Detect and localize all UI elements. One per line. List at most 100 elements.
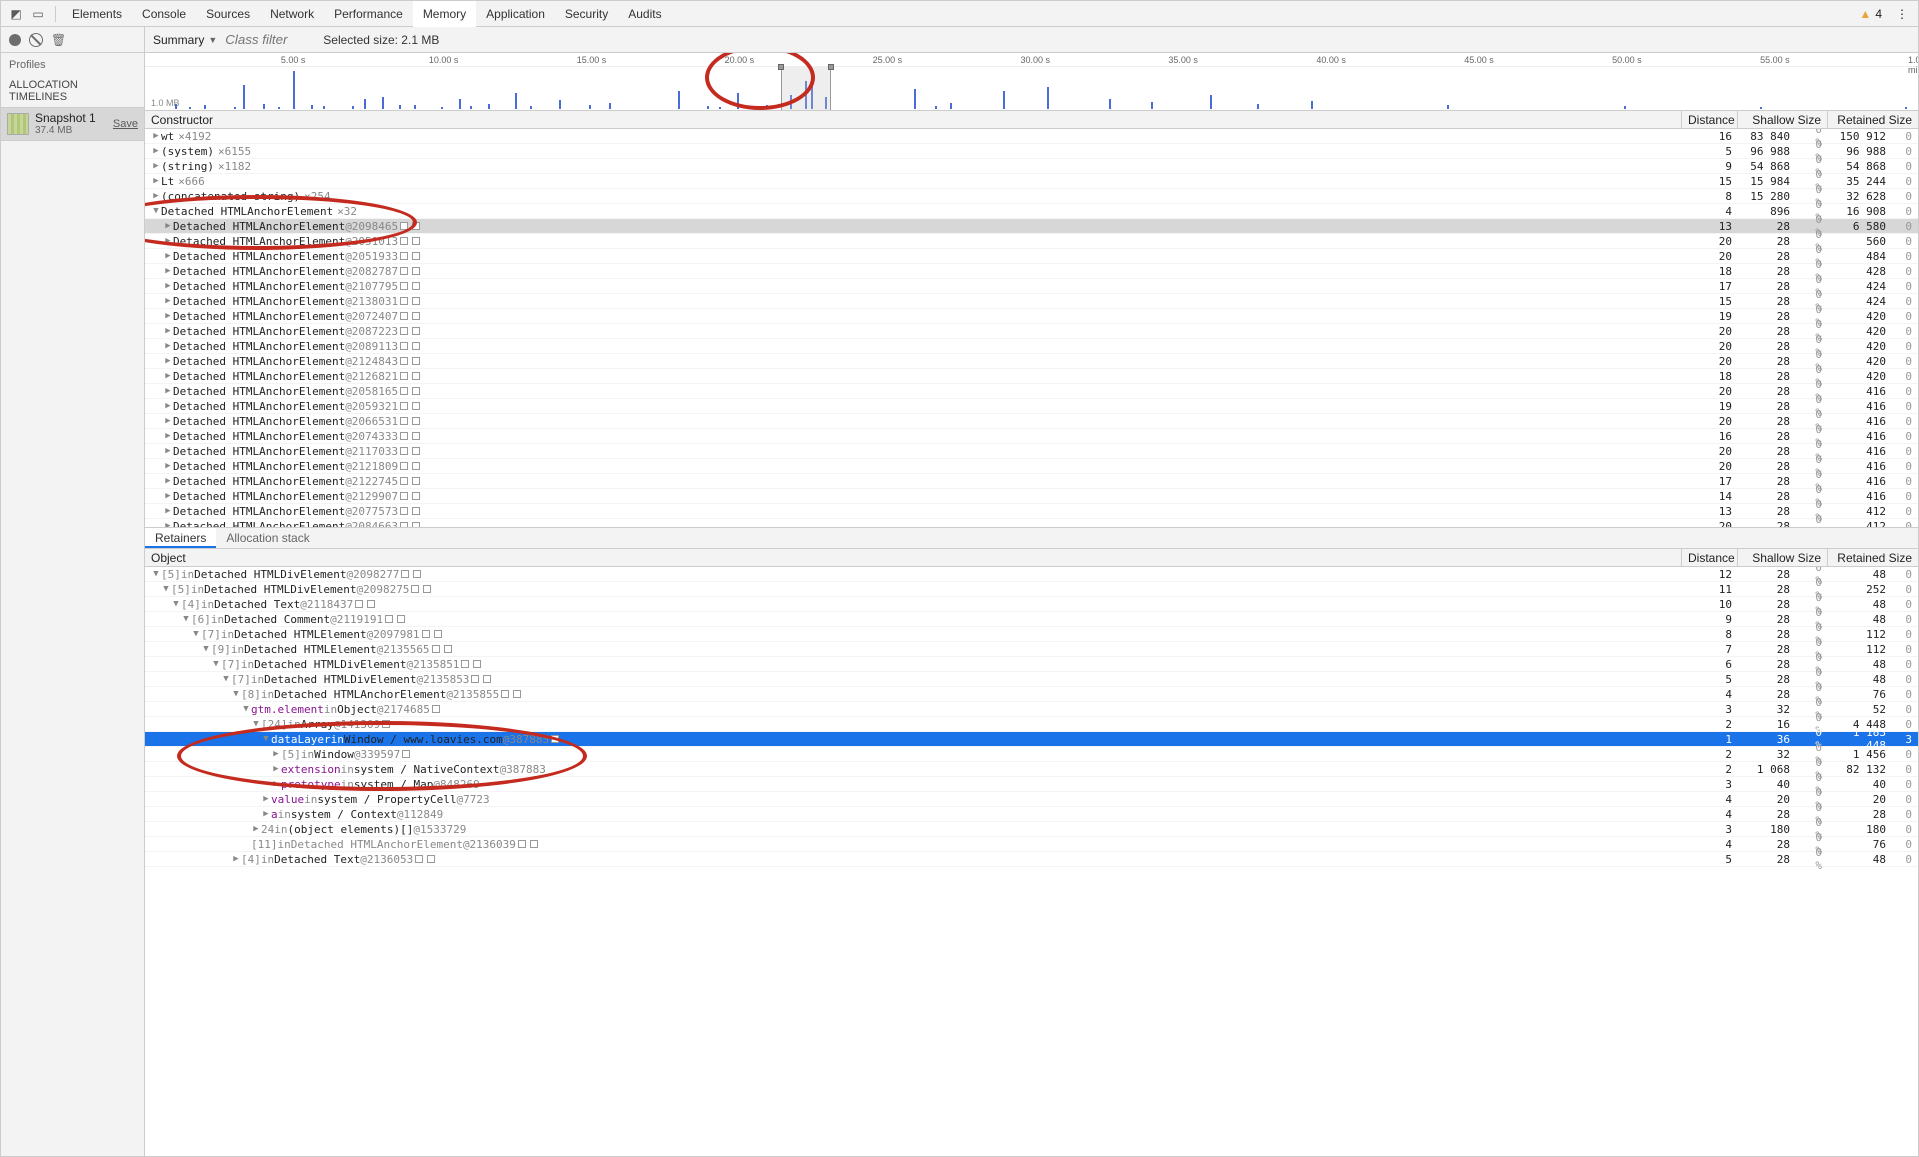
disclosure-icon[interactable]: ▶ <box>163 371 173 381</box>
disclosure-icon[interactable]: ▶ <box>163 266 173 276</box>
disclosure-icon[interactable]: ▶ <box>151 146 161 156</box>
disclosure-icon[interactable]: ▼ <box>211 659 221 669</box>
tab-performance[interactable]: Performance <box>324 1 413 27</box>
constructor-row[interactable]: ▶Detached HTMLAnchorElement @2122745 17 … <box>145 474 1918 489</box>
retainer-row[interactable]: ▶a in system / Context @112849 4 28 0 % … <box>145 807 1918 822</box>
disclosure-icon[interactable]: ▼ <box>161 584 171 594</box>
constructor-row[interactable]: ▼Detached HTMLAnchorElement×324 896 0 % … <box>145 204 1918 219</box>
disclosure-icon[interactable]: ▶ <box>163 476 173 486</box>
view-dropdown[interactable]: Summary ▼ <box>153 33 217 47</box>
retainer-row[interactable]: ▼[9] in Detached HTMLElement @2135565 7 … <box>145 642 1918 657</box>
col-shallow[interactable]: Shallow Size <box>1738 111 1828 128</box>
disclosure-icon[interactable]: ▶ <box>271 764 281 774</box>
disclosure-icon[interactable]: ▶ <box>163 221 173 231</box>
disclosure-icon[interactable]: ▶ <box>163 491 173 501</box>
col-constructor[interactable]: Constructor <box>145 111 1682 128</box>
more-icon[interactable]: ⋮ <box>1890 7 1914 21</box>
disclosure-icon[interactable]: ▼ <box>191 629 201 639</box>
constructor-row[interactable]: ▶Detached HTMLAnchorElement @2098465 13 … <box>145 219 1918 234</box>
retainer-row[interactable]: ▼[6] in Detached Comment @2119191 9 28 0… <box>145 612 1918 627</box>
retainer-row[interactable]: ▶24 in (object elements)[] @1533729 3 18… <box>145 822 1918 837</box>
disclosure-icon[interactable]: ▶ <box>163 416 173 426</box>
tab-sources[interactable]: Sources <box>196 1 260 27</box>
disclosure-icon[interactable]: ▶ <box>163 296 173 306</box>
constructor-row[interactable]: ▶(string)×11829 54 868 0 % 54 868 0 <box>145 159 1918 174</box>
constructor-row[interactable]: ▶Lt×66615 15 984 0 % 35 244 0 <box>145 174 1918 189</box>
tab-console[interactable]: Console <box>132 1 196 27</box>
constructor-row[interactable]: ▶Detached HTMLAnchorElement @2051933 20 … <box>145 249 1918 264</box>
disclosure-icon[interactable]: ▶ <box>163 236 173 246</box>
allocation-timeline[interactable]: 5.00 s10.00 s15.00 s20.00 s25.00 s30.00 … <box>145 53 1918 111</box>
clear-button[interactable] <box>29 33 43 47</box>
snapshot-item[interactable]: Snapshot 1 37.4 MB Save <box>1 107 144 141</box>
disclosure-icon[interactable]: ▶ <box>163 521 173 527</box>
timeline-selection[interactable] <box>781 67 831 110</box>
retainer-row[interactable]: ▶extension in system / NativeContext @38… <box>145 762 1918 777</box>
retainer-row[interactable]: ▼[4] in Detached Text @2118437 10 28 0 %… <box>145 597 1918 612</box>
retainer-row[interactable]: ▶prototype in system / Map @848269 3 40 … <box>145 777 1918 792</box>
retainer-row[interactable]: ▶[4] in Detached Text @2136053 5 28 0 % … <box>145 852 1918 867</box>
details-tab-allocation-stack[interactable]: Allocation stack <box>216 528 319 548</box>
constructor-row[interactable]: ▶wt×419216 83 840 0 % 150 912 0 <box>145 129 1918 144</box>
constructor-row[interactable]: ▶Detached HTMLAnchorElement @2066531 20 … <box>145 414 1918 429</box>
retainer-row[interactable]: ▼[5] in Detached HTMLDivElement @2098275… <box>145 582 1918 597</box>
constructor-row[interactable]: ▶Detached HTMLAnchorElement @2138031 15 … <box>145 294 1918 309</box>
disclosure-icon[interactable]: ▶ <box>151 161 161 171</box>
disclosure-icon[interactable]: ▶ <box>231 854 241 864</box>
disclosure-icon[interactable]: ▶ <box>163 356 173 366</box>
constructor-row[interactable]: ▶Detached HTMLAnchorElement @2129907 14 … <box>145 489 1918 504</box>
constructor-row[interactable]: ▶Detached HTMLAnchorElement @2082787 18 … <box>145 264 1918 279</box>
col-shallow2[interactable]: Shallow Size <box>1738 549 1828 566</box>
disclosure-icon[interactable]: ▼ <box>261 734 271 744</box>
constructor-row[interactable]: ▶Detached HTMLAnchorElement @2117033 20 … <box>145 444 1918 459</box>
constructor-row[interactable]: ▶Detached HTMLAnchorElement @2072407 19 … <box>145 309 1918 324</box>
retainer-row[interactable]: ▼[8] in Detached HTMLAnchorElement @2135… <box>145 687 1918 702</box>
disclosure-icon[interactable]: ▶ <box>163 446 173 456</box>
retainer-row[interactable]: ▶value in system / PropertyCell @7723 4 … <box>145 792 1918 807</box>
col-retained[interactable]: Retained Size <box>1828 111 1918 128</box>
tab-security[interactable]: Security <box>555 1 618 27</box>
tab-audits[interactable]: Audits <box>618 1 671 27</box>
constructor-row[interactable]: ▶Detached HTMLAnchorElement @2059321 19 … <box>145 399 1918 414</box>
selection-handle-left[interactable] <box>778 64 784 70</box>
retainer-row[interactable]: ▼[7] in Detached HTMLDivElement @2135851… <box>145 657 1918 672</box>
retainer-row[interactable]: ▶[5] in Window @339597 2 32 0 % 1 456 0 <box>145 747 1918 762</box>
retainer-row[interactable]: ▼dataLayer in Window / www.loavies.com @… <box>145 732 1918 747</box>
retainer-row[interactable]: [11] in Detached HTMLAnchorElement @2136… <box>145 837 1918 852</box>
constructor-row[interactable]: ▶Detached HTMLAnchorElement @2058165 20 … <box>145 384 1918 399</box>
disclosure-icon[interactable]: ▶ <box>163 311 173 321</box>
constructor-row[interactable]: ▶Detached HTMLAnchorElement @2126821 18 … <box>145 369 1918 384</box>
disclosure-icon[interactable]: ▶ <box>163 431 173 441</box>
disclosure-icon[interactable]: ▼ <box>181 614 191 624</box>
constructor-row[interactable]: ▶Detached HTMLAnchorElement @2121809 20 … <box>145 459 1918 474</box>
class-filter-input[interactable] <box>225 32 315 47</box>
disclosure-icon[interactable]: ▶ <box>271 779 281 789</box>
retainer-row[interactable]: ▼[5] in Detached HTMLDivElement @2098277… <box>145 567 1918 582</box>
disclosure-icon[interactable]: ▼ <box>231 689 241 699</box>
retainer-row[interactable]: ▼[7] in Detached HTMLDivElement @2135853… <box>145 672 1918 687</box>
disclosure-icon[interactable]: ▶ <box>163 281 173 291</box>
record-button[interactable] <box>9 34 21 46</box>
tab-application[interactable]: Application <box>476 1 555 27</box>
constructor-row[interactable]: ▶Detached HTMLAnchorElement @2124843 20 … <box>145 354 1918 369</box>
disclosure-icon[interactable]: ▼ <box>221 674 231 684</box>
disclosure-icon[interactable]: ▶ <box>163 326 173 336</box>
disclosure-icon[interactable]: ▼ <box>201 644 211 654</box>
constructor-row[interactable]: ▶Detached HTMLAnchorElement @2107795 17 … <box>145 279 1918 294</box>
retainer-row[interactable]: ▼[24] in Array @141309 2 16 0 % 4 448 0 <box>145 717 1918 732</box>
col-retained2[interactable]: Retained Size <box>1828 549 1918 566</box>
col-distance[interactable]: Distance <box>1682 111 1738 128</box>
disclosure-icon[interactable]: ▶ <box>163 341 173 351</box>
constructor-row[interactable]: ▶(concatenated string)×2548 15 280 0 % 3… <box>145 189 1918 204</box>
disclosure-icon[interactable]: ▶ <box>261 794 271 804</box>
trash-icon[interactable]: 🗑 <box>51 33 66 47</box>
constructor-row[interactable]: ▶Detached HTMLAnchorElement @2087223 20 … <box>145 324 1918 339</box>
details-tab-retainers[interactable]: Retainers <box>145 528 216 548</box>
disclosure-icon[interactable]: ▶ <box>163 386 173 396</box>
tab-network[interactable]: Network <box>260 1 324 27</box>
disclosure-icon[interactable]: ▶ <box>151 131 161 141</box>
disclosure-icon[interactable]: ▼ <box>151 569 161 579</box>
disclosure-icon[interactable]: ▼ <box>171 599 181 609</box>
disclosure-icon[interactable]: ▶ <box>163 461 173 471</box>
warnings-badge[interactable]: ▲ 4 <box>1859 7 1882 21</box>
